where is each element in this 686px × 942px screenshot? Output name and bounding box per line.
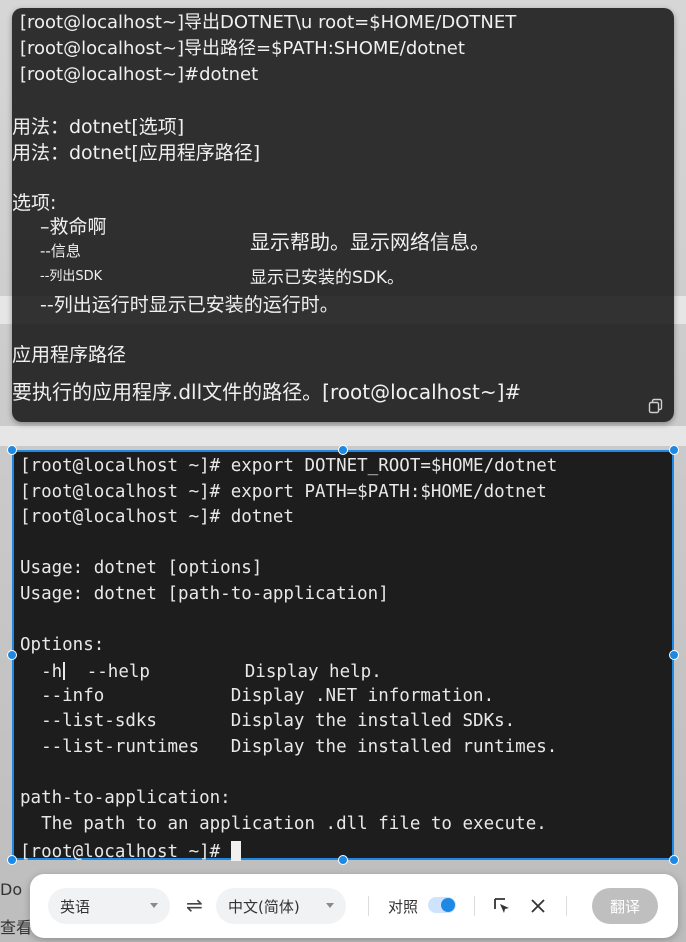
terminal-cursor	[230, 841, 241, 861]
overlay-line: 显示已安装的SDK。	[250, 268, 405, 288]
overlay-line: [root@localhost~]导出路径=$PATH:SHOME/dotnet	[20, 38, 465, 59]
background-text: 查看	[0, 918, 33, 937]
target-language-select[interactable]: 中文(简体)	[216, 888, 346, 924]
translate-button[interactable]: 翻译	[592, 888, 658, 924]
terminal-prompt: [root@localhost ~]#	[20, 842, 231, 862]
resize-handle-top[interactable]	[338, 445, 348, 455]
swap-languages-icon[interactable]: ⇌	[186, 893, 203, 917]
terminal-line: --list-sdks Display the installed SDKs.	[20, 711, 516, 731]
terminal-selection[interactable]: [root@localhost ~]# export DOTNET_ROOT=$…	[12, 450, 674, 862]
text-caret	[63, 662, 65, 680]
overlay-line: --列出SDK	[40, 269, 103, 284]
divider	[566, 896, 567, 916]
overlay-line: 选项:	[12, 192, 57, 214]
toggle-knob	[441, 898, 455, 912]
chevron-down-icon	[150, 903, 158, 908]
terminal-line: path-to-application:	[20, 788, 231, 808]
terminal-line: --info Display .NET information.	[20, 686, 495, 706]
overlay-line: [root@localhost~]#dotnet	[20, 64, 259, 85]
copy-icon[interactable]	[648, 398, 664, 414]
overlay-line: 要执行的应用程序.dll文件的路径。[root@localhost~]#	[12, 380, 522, 404]
compare-toggle[interactable]	[428, 897, 456, 913]
terminal-line: Options:	[20, 635, 105, 655]
source-language-select[interactable]: 英语	[48, 888, 170, 924]
terminal-line: Usage: dotnet [options]	[20, 558, 263, 578]
terminal-line: The path to an application .dll file to …	[20, 814, 547, 834]
compare-label: 对照	[388, 898, 419, 916]
overlay-line: 应用程序路径	[12, 344, 127, 366]
chevron-down-icon	[326, 903, 334, 908]
overlay-line: 用法：dotnet[选项]	[12, 116, 185, 138]
terminal-help-rest: --help Display help.	[65, 662, 382, 682]
resize-handle-top-right[interactable]	[669, 445, 679, 455]
terminal-line: --list-runtimes Display the installed ru…	[20, 737, 558, 757]
terminal-line: Usage: dotnet [path-to-application]	[20, 584, 389, 604]
background-strip	[0, 426, 686, 446]
overlay-line: 用法：dotnet[应用程序路径]	[12, 142, 261, 164]
overlay-line: [root@localhost~]导出DOTNET\u root=$HOME/D…	[20, 12, 517, 33]
screenshot-select-icon[interactable]	[492, 896, 512, 916]
resize-handle-right[interactable]	[669, 650, 679, 660]
overlay-line: --列出运行时显示已安装的运行时。	[40, 294, 339, 316]
divider	[474, 896, 475, 916]
resize-handle-left[interactable]	[7, 650, 17, 660]
divider	[368, 896, 369, 916]
resize-handle-bottom-left[interactable]	[7, 855, 17, 865]
source-language-label: 英语	[60, 897, 91, 916]
overlay-line: 显示帮助。显示网络信息。	[250, 230, 490, 254]
terminal-help-prefix: -h	[20, 662, 63, 682]
resize-handle-bottom-right[interactable]	[669, 855, 679, 865]
close-icon[interactable]	[528, 896, 548, 916]
target-language-label: 中文(简体)	[228, 897, 300, 916]
translation-toolbar: 英语 ⇌ 中文(简体) 对照 翻译	[30, 874, 678, 938]
terminal-line: [root@localhost ~]# export DOTNET_ROOT=$…	[20, 456, 558, 476]
terminal-prompt-line: [root@localhost ~]#	[20, 841, 241, 862]
resize-handle-bottom[interactable]	[338, 855, 348, 865]
overlay-line: –救命啊	[40, 216, 107, 238]
resize-handle-top-left[interactable]	[7, 445, 17, 455]
translation-overlay: [root@localhost~]导出DOTNET\u root=$HOME/D…	[12, 8, 674, 422]
background-text: Do	[0, 880, 23, 899]
overlay-line: --信息	[40, 242, 81, 260]
terminal-line: [root@localhost ~]# dotnet	[20, 507, 294, 527]
terminal-line: [root@localhost ~]# export PATH=$PATH:$H…	[20, 482, 547, 502]
terminal-line-help: -h --help Display help.	[20, 662, 382, 682]
